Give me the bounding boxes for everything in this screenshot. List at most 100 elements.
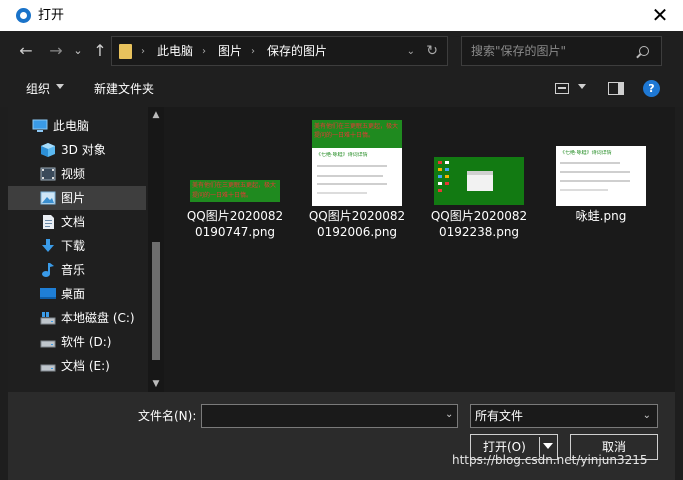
sidebar-item-this-pc[interactable]: 此电脑 [8,114,146,138]
thumbnail-text-line [317,175,383,177]
forward-arrow-icon[interactable]: → [45,40,67,62]
file-item[interactable]: QQ图片20200820192238.png [428,120,530,240]
thumbnail-text-line [560,180,630,182]
sidebar-item-label: 此电脑 [53,119,90,133]
video-icon [40,167,56,181]
thumbnail-text-line [317,192,367,194]
search-box[interactable]: 搜索"保存的图片" [461,36,662,66]
sidebar-item-label: 3D 对象 [61,143,106,157]
sidebar-scrollbar[interactable]: ▲ ▼ [148,107,164,392]
sidebar-item-label: 文档 (E:) [61,359,110,373]
help-icon[interactable]: ? [643,80,660,97]
view-dropdown-icon[interactable] [578,84,586,89]
organize-dropdown-icon[interactable] [56,84,64,89]
image-thumbnail: 美有他们在三更眠五更起，极大提问的一日难十日惰。 [190,120,280,202]
watermark-text: https://blog.csdn.net/yinjun3215 [452,453,648,467]
window-title: 打开 [38,8,65,23]
sidebar-item-music[interactable]: 音乐 [8,258,146,282]
thumbnail-heading: 《七绝·咏蛙》诗词详情 [560,150,612,156]
file-name: QQ图片20200820190747.png [186,209,284,239]
computer-icon [32,119,48,133]
sidebar-item-label: 视频 [61,167,86,181]
sidebar-item-drive-d[interactable]: 软件 (D:) [8,330,146,354]
file-name: QQ图片20200820192238.png [430,209,528,239]
folder-icon [119,44,132,59]
breadcrumb-separator-icon: › [251,46,255,57]
search-icon[interactable] [639,46,649,56]
sidebar-item-drive-e[interactable]: 文档 (E:) [8,354,146,378]
drive-d-icon [40,335,56,349]
scroll-down-icon[interactable]: ▼ [148,376,164,392]
thumbnail-caption: 美有他们在三更眠五更起，极大提问的一日难十日惰。 [190,180,280,202]
scroll-up-icon[interactable]: ▲ [148,107,164,123]
organize-button[interactable]: 组织 [26,81,50,97]
breadcrumb-pictures[interactable]: 图片 [218,44,242,59]
sidebar-item-label: 本地磁盘 (C:) [61,311,135,325]
back-arrow-icon[interactable]: ← [15,40,37,62]
view-mode-icon[interactable] [555,83,569,94]
sidebar-item-pictures[interactable]: 图片 [8,186,146,210]
sidebar-item-label: 下载 [61,239,86,253]
scrollbar-thumb[interactable] [152,242,160,360]
sidebar-item-documents[interactable]: 文档 [8,210,146,234]
sidebar-item-label: 文档 [61,215,86,229]
recent-locations-chevron-icon[interactable]: ⌄ [71,40,85,62]
music-icon [40,263,56,277]
close-icon[interactable]: ✕ [637,0,683,31]
thumbnail-desktop [434,157,524,205]
thumbnail-caption: 美有他们在三更眠五更起，极大提问的一日难十日惰。 [312,120,402,148]
breadcrumb-this-pc[interactable]: 此电脑 [157,44,193,59]
filename-input[interactable] [201,404,458,428]
new-folder-button[interactable]: 新建文件夹 [94,81,154,97]
sidebar-item-3d-objects[interactable]: 3D 对象 [8,138,146,162]
open-dropdown-icon[interactable] [543,443,553,449]
navigation-pane: 此电脑 3D 对象 视频 图片 文档 下载 音乐 桌面 本地磁盘 (C:) 软件… [8,107,164,392]
sidebar-item-downloads[interactable]: 下载 [8,234,146,258]
filename-label: 文件名(N): [138,409,197,423]
drive-e-icon [40,359,56,373]
filetype-select[interactable]: 所有文件 ⌄ [470,404,658,428]
title-bar: 打开 ✕ [0,0,683,31]
document-icon [40,215,56,229]
download-icon [40,239,56,253]
thumbnail-text-line [317,183,387,185]
sidebar-item-drive-c[interactable]: 本地磁盘 (C:) [8,306,146,330]
sidebar-item-label: 音乐 [61,263,86,277]
refresh-icon[interactable]: ↻ [426,42,438,60]
command-bar: 组织 新建文件夹 ? [0,71,683,107]
image-thumbnail [434,120,524,206]
sidebar-item-video[interactable]: 视频 [8,162,146,186]
image-thumbnail: 美有他们在三更眠五更起，极大提问的一日难十日惰。 《七绝·咏蛙》诗词详情 [312,120,402,206]
file-name: 咏蛙.png [575,209,627,223]
file-list: 美有他们在三更眠五更起，极大提问的一日难十日惰。 QQ图片20200820190… [164,107,675,392]
address-bar[interactable]: › 此电脑 › 图片 › 保存的图片 ⌄ ↻ [111,36,448,66]
thumbnail-text-line [317,165,387,167]
sidebar-item-label: 软件 (D:) [61,335,112,349]
sidebar-item-label: 图片 [61,191,86,205]
file-name: QQ图片20200820192006.png [308,209,406,239]
file-item[interactable]: 《七绝·咏蛙》诗词详情 咏蛙.png [550,120,652,224]
sidebar-item-desktop[interactable]: 桌面 [8,282,146,306]
navigation-bar: ← → ⌄ ↑ › 此电脑 › 图片 › 保存的图片 ⌄ ↻ 搜索"保存的图片" [0,31,683,71]
browser-app-icon [16,8,31,23]
filetype-value: 所有文件 [475,409,524,423]
image-thumbnail: 《七绝·咏蛙》诗词详情 [556,146,646,206]
thumbnail-text-line [560,189,608,191]
up-arrow-icon[interactable]: ↑ [90,40,110,62]
pictures-icon [40,191,56,205]
file-item[interactable]: 美有他们在三更眠五更起，极大提问的一日难十日惰。 《七绝·咏蛙》诗词详情 QQ图… [306,120,408,240]
filename-dropdown-icon[interactable]: ⌄ [445,407,453,423]
drive-c-icon [40,311,56,325]
breadcrumb-separator-icon: › [202,46,206,57]
desktop-icon [40,287,56,301]
filetype-dropdown-icon[interactable]: ⌄ [643,408,651,424]
address-dropdown-icon[interactable]: ⌄ [407,44,415,59]
sidebar-item-label: 桌面 [61,287,86,301]
preview-pane-icon[interactable] [608,82,624,95]
thumbnail-text-line [560,171,630,173]
thumbnail-text-line [560,162,620,164]
file-item[interactable]: 美有他们在三更眠五更起，极大提问的一日难十日惰。 QQ图片20200820190… [184,120,286,240]
breadcrumb-saved-pictures[interactable]: 保存的图片 [267,44,327,59]
search-placeholder: 搜索"保存的图片" [471,44,567,58]
thumbnail-heading: 《七绝·咏蛙》诗词详情 [316,152,368,158]
